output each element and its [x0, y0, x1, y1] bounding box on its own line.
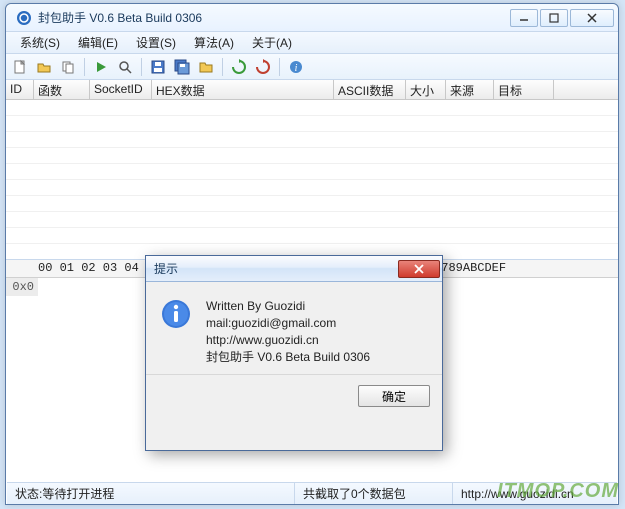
dialog-version: 封包助手 V0.6 Beta Build 0306 [206, 349, 370, 366]
table-row [6, 100, 618, 116]
menu-edit[interactable]: 编辑(E) [70, 32, 126, 53]
grid-header: ID 函数 SocketID HEX数据 ASCII数据 大小 来源 目标 [6, 80, 618, 100]
dialog-author: Written By Guozidi [206, 298, 370, 315]
table-row [6, 164, 618, 180]
statusbar: 状态:等待打开进程 共截取了0个数据包 http://www.guozidi.c… [7, 482, 617, 504]
toolbar-separator [84, 58, 85, 76]
toolbar-separator [279, 58, 280, 76]
menu-about[interactable]: 关于(A) [244, 32, 300, 53]
dialog-titlebar: 提示 [146, 256, 442, 282]
table-row [6, 180, 618, 196]
table-row [6, 148, 618, 164]
save-icon[interactable] [148, 57, 168, 77]
col-target[interactable]: 目标 [494, 80, 554, 99]
toolbar-separator [141, 58, 142, 76]
window-controls [510, 9, 614, 27]
close-button[interactable] [570, 9, 614, 27]
toolbar: i [6, 54, 618, 80]
table-row [6, 228, 618, 244]
minimize-button[interactable] [510, 9, 538, 27]
dialog-text: Written By Guozidi mail:guozidi@gmail.co… [206, 298, 370, 366]
col-size[interactable]: 大小 [406, 80, 446, 99]
table-row [6, 116, 618, 132]
recycle-green-icon[interactable] [229, 57, 249, 77]
dialog-button-row: 确定 [146, 374, 442, 417]
status-count: 共截取了0个数据包 [295, 483, 453, 504]
titlebar: 封包助手 V0.6 Beta Build 0306 [6, 4, 618, 32]
col-id[interactable]: ID [6, 80, 34, 99]
grid-body[interactable] [6, 100, 618, 260]
svg-text:i: i [295, 63, 298, 74]
dialog-title: 提示 [154, 260, 398, 277]
ok-button[interactable]: 确定 [358, 385, 430, 407]
packet-grid[interactable]: ID 函数 SocketID HEX数据 ASCII数据 大小 来源 目标 [6, 80, 618, 260]
hex-address: 0x0 [6, 278, 38, 296]
status-url[interactable]: http://www.guozidi.cn [453, 483, 617, 504]
col-source[interactable]: 来源 [446, 80, 494, 99]
info-icon[interactable]: i [286, 57, 306, 77]
copy-icon[interactable] [58, 57, 78, 77]
col-function[interactable]: 函数 [34, 80, 90, 99]
search-icon[interactable] [115, 57, 135, 77]
menu-settings[interactable]: 设置(S) [128, 32, 184, 53]
menu-algorithm[interactable]: 算法(A) [186, 32, 242, 53]
table-row [6, 212, 618, 228]
dialog-url: http://www.guozidi.cn [206, 332, 370, 349]
play-icon[interactable] [91, 57, 111, 77]
maximize-button[interactable] [540, 9, 568, 27]
new-icon[interactable] [10, 57, 30, 77]
table-row [6, 132, 618, 148]
recycle-red-icon[interactable] [253, 57, 273, 77]
open-icon[interactable] [34, 57, 54, 77]
info-icon [160, 298, 192, 330]
status-state: 状态:等待打开进程 [7, 483, 295, 504]
toolbar-separator [222, 58, 223, 76]
menu-system[interactable]: 系统(S) [12, 32, 68, 53]
menubar: 系统(S) 编辑(E) 设置(S) 算法(A) 关于(A) [6, 32, 618, 54]
col-socketid[interactable]: SocketID [90, 80, 152, 99]
folder-icon[interactable] [196, 57, 216, 77]
window-title: 封包助手 V0.6 Beta Build 0306 [38, 9, 510, 26]
dialog-email: mail:guozidi@gmail.com [206, 315, 370, 332]
table-row [6, 196, 618, 212]
col-hexdata[interactable]: HEX数据 [152, 80, 334, 99]
about-dialog: 提示 Written By Guozidi mail:guozidi@gmail… [145, 255, 443, 451]
save-all-icon[interactable] [172, 57, 192, 77]
dialog-close-button[interactable] [398, 260, 440, 278]
col-asciidata[interactable]: ASCII数据 [334, 80, 406, 99]
app-icon [16, 10, 32, 26]
dialog-body: Written By Guozidi mail:guozidi@gmail.co… [146, 282, 442, 374]
